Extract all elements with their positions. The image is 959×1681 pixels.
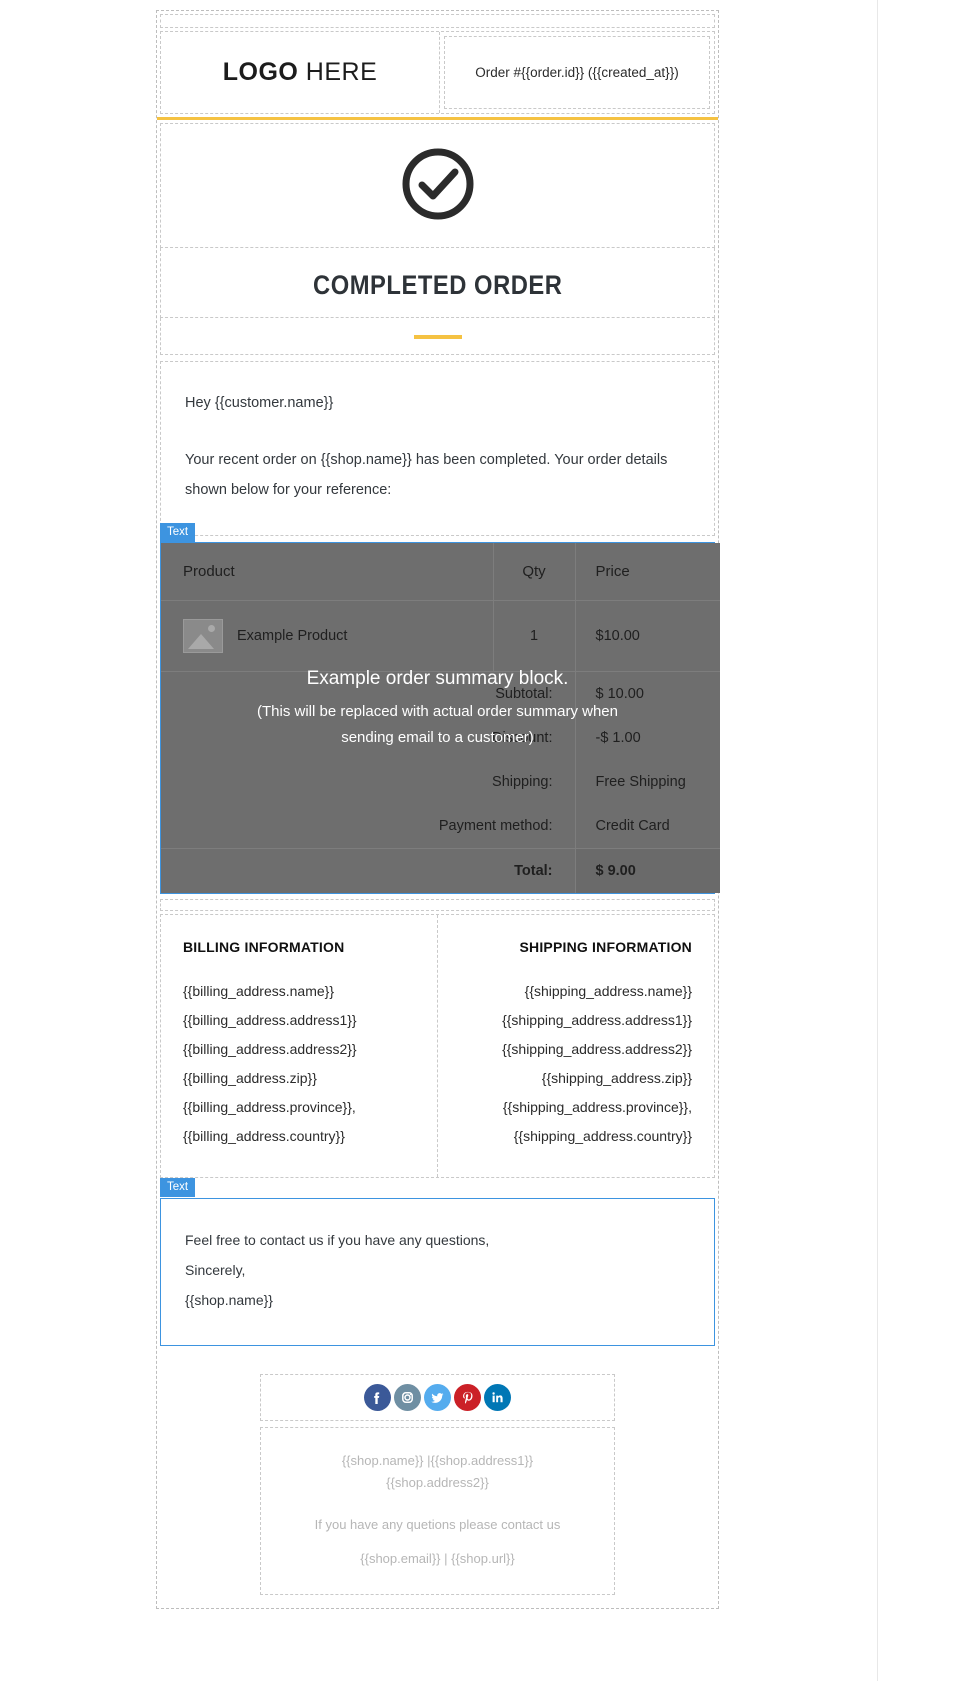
footer-top-gap — [160, 1352, 715, 1368]
billing-line-address1: {{billing_address.address1}} — [183, 1012, 357, 1028]
intro-cell[interactable]: Hey {{customer.name}} Your recent order … — [160, 361, 715, 536]
cell-qty: 1 — [492, 600, 575, 672]
footer-text-block[interactable]: {{shop.name}} |{{shop.address1}} {{shop.… — [260, 1427, 615, 1595]
shipping-information-column[interactable]: SHIPPING INFORMATION {{shipping_address.… — [438, 915, 715, 1177]
footer-shop-address-line2: {{shop.address2}} — [386, 1475, 489, 1490]
footer-shop-address-line1: {{shop.name}} |{{shop.address1}} — [341, 1453, 534, 1468]
billing-line-address2: {{billing_address.address2}} — [183, 1041, 357, 1057]
billing-information-title: BILLING INFORMATION — [183, 939, 345, 955]
summary-label-subtotal: Subtotal: — [495, 686, 553, 702]
email-template-body: LOGO HERE Order #{{order.id}} ({{created… — [156, 10, 720, 1609]
order-meta-cell[interactable]: Order #{{order.id}} ({{created_at}}) — [440, 32, 714, 113]
hero-section[interactable]: COMPLETED ORDER — [157, 120, 718, 358]
intro-section[interactable]: Hey {{customer.name}} Your recent order … — [157, 358, 718, 539]
shipping-line-province: {{shipping_address.province}}, — [502, 1099, 692, 1115]
order-table-body: Example Product 1 $10.00 Subtotal: $ 10.… — [161, 600, 720, 893]
hero-underline-cell — [160, 318, 715, 355]
block-tag-text[interactable]: Text — [160, 523, 196, 542]
twitter-icon[interactable] — [424, 1384, 451, 1411]
billing-line-name: {{billing_address.name}} — [183, 983, 335, 999]
table-row[interactable]: Example Product 1 $10.00 — [161, 600, 720, 672]
summary-value-payment-method: Credit Card — [574, 804, 720, 849]
intro-greeting: Hey {{customer.name}} — [185, 395, 334, 411]
address-row[interactable]: BILLING INFORMATION {{billing_address.na… — [160, 914, 715, 1178]
closing-line-3: {{shop.name}} — [185, 1292, 273, 1308]
address-spacer-row — [160, 899, 715, 911]
address-section[interactable]: BILLING INFORMATION {{billing_address.na… — [157, 894, 718, 1181]
check-circle-icon — [400, 146, 476, 227]
hero-title-cell[interactable]: COMPLETED ORDER — [160, 248, 715, 318]
closing-text-block[interactable]: Text Feel free to contact us if you have… — [157, 1178, 718, 1349]
email-template-editor-canvas[interactable]: LOGO HERE Order #{{order.id}} ({{created… — [0, 0, 877, 1681]
pinterest-icon[interactable] — [454, 1384, 481, 1411]
cell-product: Example Product — [161, 600, 493, 672]
facebook-icon[interactable] — [364, 1384, 391, 1411]
closing-line-1: Feel free to contact us if you have any … — [185, 1232, 490, 1248]
summary-value-subtotal: $ 10.00 — [574, 671, 720, 716]
billing-line-country: {{billing_address.country}} — [183, 1128, 345, 1144]
order-table-header-row: Product Qty Price — [161, 543, 720, 601]
summary-label-discount: Discount: — [492, 730, 553, 746]
billing-information-column[interactable]: BILLING INFORMATION {{billing_address.na… — [161, 915, 438, 1177]
logo-bold-text: LOGO — [222, 58, 299, 86]
cell-price: $10.00 — [574, 600, 720, 672]
logo-cell[interactable]: LOGO HERE — [161, 32, 440, 113]
order-table-selection-frame[interactable]: Product Qty Price Example Product 1 $10.… — [160, 542, 720, 894]
header-section[interactable]: LOGO HERE Order #{{order.id}} ({{created… — [157, 11, 718, 117]
summary-value-shipping: Free Shipping — [574, 760, 720, 804]
order-meta-inner: Order #{{order.id}} ({{created_at}}) — [444, 36, 710, 109]
logo-text: LOGO HERE — [223, 58, 378, 87]
image-placeholder-icon — [183, 619, 223, 653]
summary-label-total: Total: — [161, 848, 575, 893]
instagram-icon[interactable] — [394, 1384, 421, 1411]
billing-line-province: {{billing_address.province}}, — [183, 1099, 356, 1115]
footer-contact-details: {{shop.email}} | {{shop.url}} — [360, 1551, 515, 1566]
billing-line-zip: {{billing_address.zip}} — [183, 1070, 317, 1086]
shipping-line-address1: {{shipping_address.address1}} — [502, 1012, 692, 1028]
social-links-row[interactable] — [260, 1374, 615, 1421]
column-header-price: Price — [574, 543, 720, 601]
linkedin-icon[interactable] — [484, 1384, 511, 1411]
summary-value-total: $ 9.00 — [574, 848, 720, 893]
closing-block-tag-text[interactable]: Text — [160, 1178, 196, 1197]
shipping-line-address2: {{shipping_address.address2}} — [502, 1041, 692, 1057]
order-table[interactable]: Product Qty Price Example Product 1 $10.… — [161, 543, 720, 893]
social-icons-group — [360, 1379, 515, 1416]
summary-row-shipping: Shipping: Free Shipping — [161, 760, 720, 804]
footer-section[interactable]: {{shop.name}} |{{shop.address1}} {{shop.… — [157, 1349, 718, 1608]
shipping-line-country: {{shipping_address.country}} — [513, 1128, 692, 1144]
editor-right-gutter — [877, 0, 959, 1681]
page-title: COMPLETED ORDER — [312, 270, 563, 300]
shipping-line-zip: {{shipping_address.zip}} — [541, 1070, 692, 1086]
header-row[interactable]: LOGO HERE Order #{{order.id}} ({{created… — [160, 31, 715, 114]
order-table-block[interactable]: Text Product Qty Price Example Product 1… — [160, 523, 720, 894]
intro-body: Your recent order on {{shop.name}} has b… — [185, 452, 668, 498]
summary-label-payment-method: Payment method: — [438, 818, 553, 834]
order-table-head: Product Qty Price — [161, 543, 720, 601]
header-spacer-row — [160, 14, 715, 28]
column-header-product: Product — [161, 543, 493, 601]
summary-row-total: Total: $ 9.00 — [161, 848, 720, 893]
hero-accent-underline — [413, 335, 462, 339]
hero-icon-cell[interactable] — [160, 123, 715, 248]
logo-light-text: HERE — [298, 58, 378, 86]
summary-label-shipping: Shipping: — [492, 774, 553, 790]
column-header-qty: Qty — [492, 543, 575, 601]
shipping-information-title: SHIPPING INFORMATION — [519, 939, 692, 955]
order-meta-text: Order #{{order.id}} ({{created_at}}) — [475, 65, 679, 80]
closing-line-2: Sincerely, — [185, 1262, 246, 1278]
summary-row-payment-method: Payment method: Credit Card — [161, 804, 720, 849]
product-name: Example Product — [237, 628, 348, 644]
shipping-line-name: {{shipping_address.name}} — [524, 983, 692, 999]
summary-value-discount: -$ 1.00 — [574, 716, 720, 760]
closing-text-selection-frame[interactable]: Feel free to contact us if you have any … — [160, 1198, 715, 1346]
intro-gap — [185, 418, 690, 445]
footer-contact-line: If you have any quetions please contact … — [314, 1517, 561, 1532]
summary-row-subtotal: Subtotal: $ 10.00 — [161, 671, 720, 716]
summary-row-discount: Discount: -$ 1.00 — [161, 716, 720, 760]
